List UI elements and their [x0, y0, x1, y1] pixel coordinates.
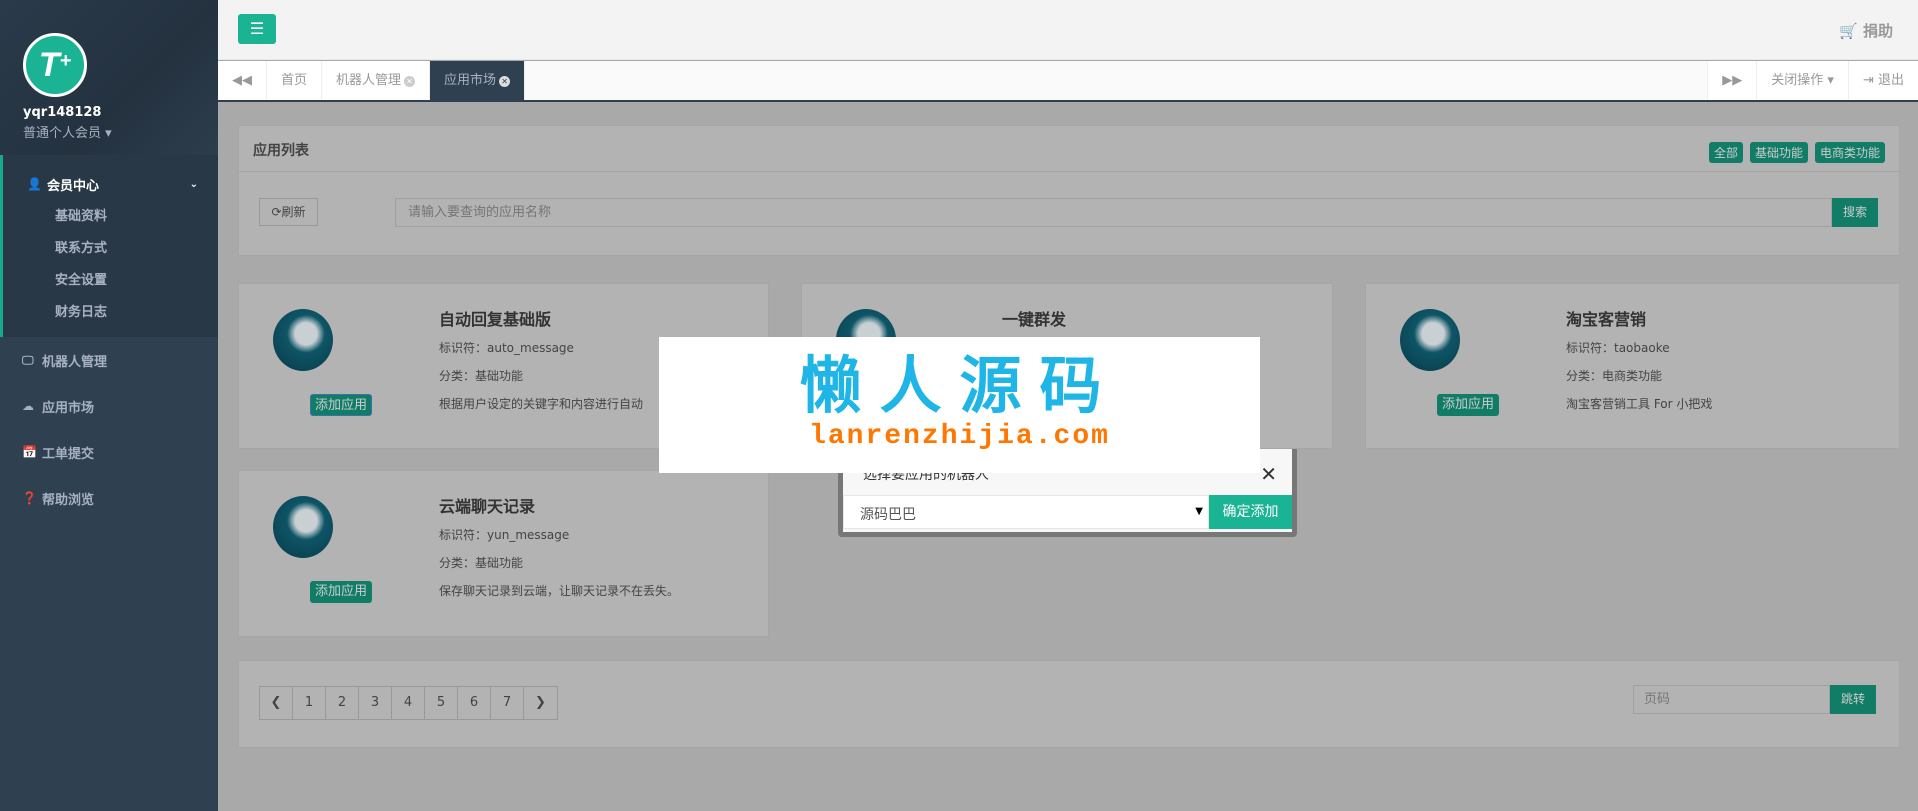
member-center-group: 👤 会员中心 ⌄ 基础资料 联系方式 安全设置 财务日志	[0, 155, 218, 337]
label: 应用市场	[444, 73, 497, 88]
watermark-cn: 懒人源码	[799, 349, 1120, 422]
page-4[interactable]: 4	[392, 687, 425, 719]
app-card: 添加应用 云端聊天记录 标识符：yun_message 分类：基础功能 保存聊天…	[238, 470, 769, 637]
label: 工单提交	[42, 446, 95, 462]
top-header: ☰ 🛒 捐助	[218, 0, 1918, 60]
robot-avatar	[273, 496, 333, 558]
sidebar-item-member-center[interactable]: 👤 会员中心 ⌄	[3, 167, 218, 201]
robot-avatar	[273, 309, 333, 371]
refresh-button[interactable]: ⟳刷新	[259, 198, 318, 226]
app-identifier: 标识符：auto_message	[439, 341, 574, 355]
role-label: 普通个人会员	[23, 126, 102, 141]
label: 应用市场	[42, 400, 95, 416]
refresh-icon: ⟳	[271, 205, 282, 219]
label: 会员中心	[47, 178, 100, 194]
page-3[interactable]: 3	[359, 687, 392, 719]
pagination: ❮ 1 2 3 4 5 6 7 ❯	[259, 686, 558, 720]
sidebar-item-ticket[interactable]: 📅 工单提交	[0, 429, 218, 475]
label: 捐助	[1862, 22, 1893, 40]
app-description: 根据用户设定的关键字和内容进行自动	[439, 397, 644, 411]
page-5[interactable]: 5	[425, 687, 458, 719]
chevron-down-icon: ⌄	[189, 178, 198, 190]
next-page-button[interactable]: ❯	[524, 687, 557, 719]
app-description: 保存聊天记录到云端，让聊天记录不在丢失。	[439, 584, 680, 598]
tab-home[interactable]: 首页	[267, 61, 323, 100]
sidebar-sub-contact[interactable]: 联系方式	[3, 233, 218, 265]
close-icon[interactable]: ✕	[1260, 462, 1277, 486]
robot-select[interactable]: 源码巴巴 ▼	[843, 495, 1209, 529]
profile: T + yqr148128 普通个人会员 ▾	[0, 0, 218, 155]
logout-button[interactable]: ⇥ 退出	[1847, 61, 1918, 100]
app-title: 一键群发	[1002, 310, 1067, 329]
add-app-button[interactable]: 添加应用	[310, 581, 372, 603]
page-2[interactable]: 2	[326, 687, 359, 719]
prev-page-button[interactable]: ❮	[260, 687, 293, 719]
app-category: 分类：电商类功能	[1566, 369, 1663, 383]
sidebar-sub-basic-info[interactable]: 基础资料	[3, 201, 218, 233]
cart-icon: 🛒	[1839, 22, 1858, 40]
tab-scroll-right[interactable]: ▶▶	[1707, 61, 1757, 100]
app-title: 自动回复基础版	[439, 310, 552, 329]
sidebar-item-help[interactable]: ❓ 帮助浏览	[0, 475, 218, 521]
page-1[interactable]: 1	[293, 687, 326, 719]
sidebar: T + yqr148128 普通个人会员 ▾ 👤 会员中心 ⌄ 基础资料 联系方式 安…	[0, 0, 218, 811]
page-6[interactable]: 6	[458, 687, 491, 719]
app-identifier: 标识符：taobaoke	[1566, 341, 1670, 355]
close-icon[interactable]: ✕	[404, 76, 416, 87]
donate-link[interactable]: 🛒 捐助	[1839, 20, 1893, 41]
app-list-panel: 应用列表 全部 基础功能 电商类功能 ⟳刷新 搜索	[238, 125, 1900, 256]
sign-out-icon: ⇥	[1862, 73, 1874, 88]
cloud-icon: ☁	[22, 399, 34, 413]
user-icon: 👤	[27, 177, 42, 191]
robot-avatar	[1400, 309, 1460, 371]
app-description: 淘宝客营销工具 For 小把戏	[1566, 397, 1713, 411]
question-icon: ❓	[22, 491, 37, 505]
app-title: 云端聊天记录	[439, 497, 536, 516]
label: 帮助浏览	[42, 492, 95, 508]
app-identifier: 标识符：yun_message	[439, 528, 570, 542]
user-role-dropdown[interactable]: 普通个人会员 ▾	[23, 122, 218, 141]
tab-scroll-left[interactable]: ◀◀	[218, 61, 267, 100]
monitor-icon: 🖵	[22, 352, 34, 367]
selected-value: 源码巴巴	[860, 507, 916, 523]
close-ops-dropdown[interactable]: 关闭操作 ▾	[1756, 61, 1848, 100]
label: 机器人管理	[42, 354, 108, 370]
username: yqr148128	[23, 105, 102, 120]
pagination-panel: ❮ 1 2 3 4 5 6 7 ❯ 跳转	[238, 660, 1900, 748]
filter-ecommerce[interactable]: 电商类功能	[1814, 142, 1885, 163]
app-category: 分类：基础功能	[439, 369, 524, 383]
filter-basic[interactable]: 基础功能	[1749, 142, 1808, 163]
tab-bar: ◀◀ 首页 机器人管理 ✕ 应用市场 ✕ ▶▶ 关闭操作 ▾ ⇥ 退出	[218, 61, 1918, 102]
jump-button[interactable]: 跳转	[1830, 685, 1876, 714]
sidebar-sub-security[interactable]: 安全设置	[3, 265, 218, 297]
app-card: 添加应用 淘宝客营销 标识符：taobaoke 分类：电商类功能 淘宝客营销工具…	[1365, 283, 1900, 449]
logo: T +	[23, 33, 87, 97]
filter-all[interactable]: 全部	[1708, 142, 1743, 163]
sidebar-item-market[interactable]: ☁ 应用市场	[0, 383, 218, 429]
tab-market[interactable]: 应用市场 ✕	[430, 61, 526, 100]
search-button[interactable]: 搜索	[1832, 198, 1878, 227]
menu-toggle-button[interactable]: ☰	[238, 14, 276, 44]
sidebar-sub-finance-log[interactable]: 财务日志	[3, 297, 218, 329]
calendar-plus-icon: 📅	[22, 445, 37, 459]
watermark: 懒人源码 lanrenzhijia.com	[659, 337, 1260, 473]
label: 退出	[1877, 73, 1904, 88]
label: 关闭操作	[1771, 73, 1824, 88]
add-app-button[interactable]: 添加应用	[1437, 394, 1499, 416]
close-icon[interactable]: ✕	[499, 76, 511, 87]
watermark-url: lanrenzhijia.com	[809, 421, 1110, 452]
page-number-input[interactable]	[1633, 685, 1830, 714]
sidebar-item-robot[interactable]: 🖵 机器人管理	[0, 337, 218, 383]
search-input[interactable]	[395, 198, 1832, 227]
app-title: 淘宝客营销	[1566, 310, 1647, 329]
page-7[interactable]: 7	[491, 687, 524, 719]
label: 刷新	[281, 205, 306, 219]
add-app-button[interactable]: 添加应用	[310, 394, 372, 416]
confirm-add-button[interactable]: 确定添加	[1209, 495, 1292, 529]
tab-robot[interactable]: 机器人管理 ✕	[322, 61, 431, 100]
app-category: 分类：基础功能	[439, 556, 524, 570]
caret-down-icon: ▼	[1195, 506, 1203, 517]
panel-title: 应用列表	[253, 143, 309, 159]
label: 机器人管理	[336, 73, 402, 88]
